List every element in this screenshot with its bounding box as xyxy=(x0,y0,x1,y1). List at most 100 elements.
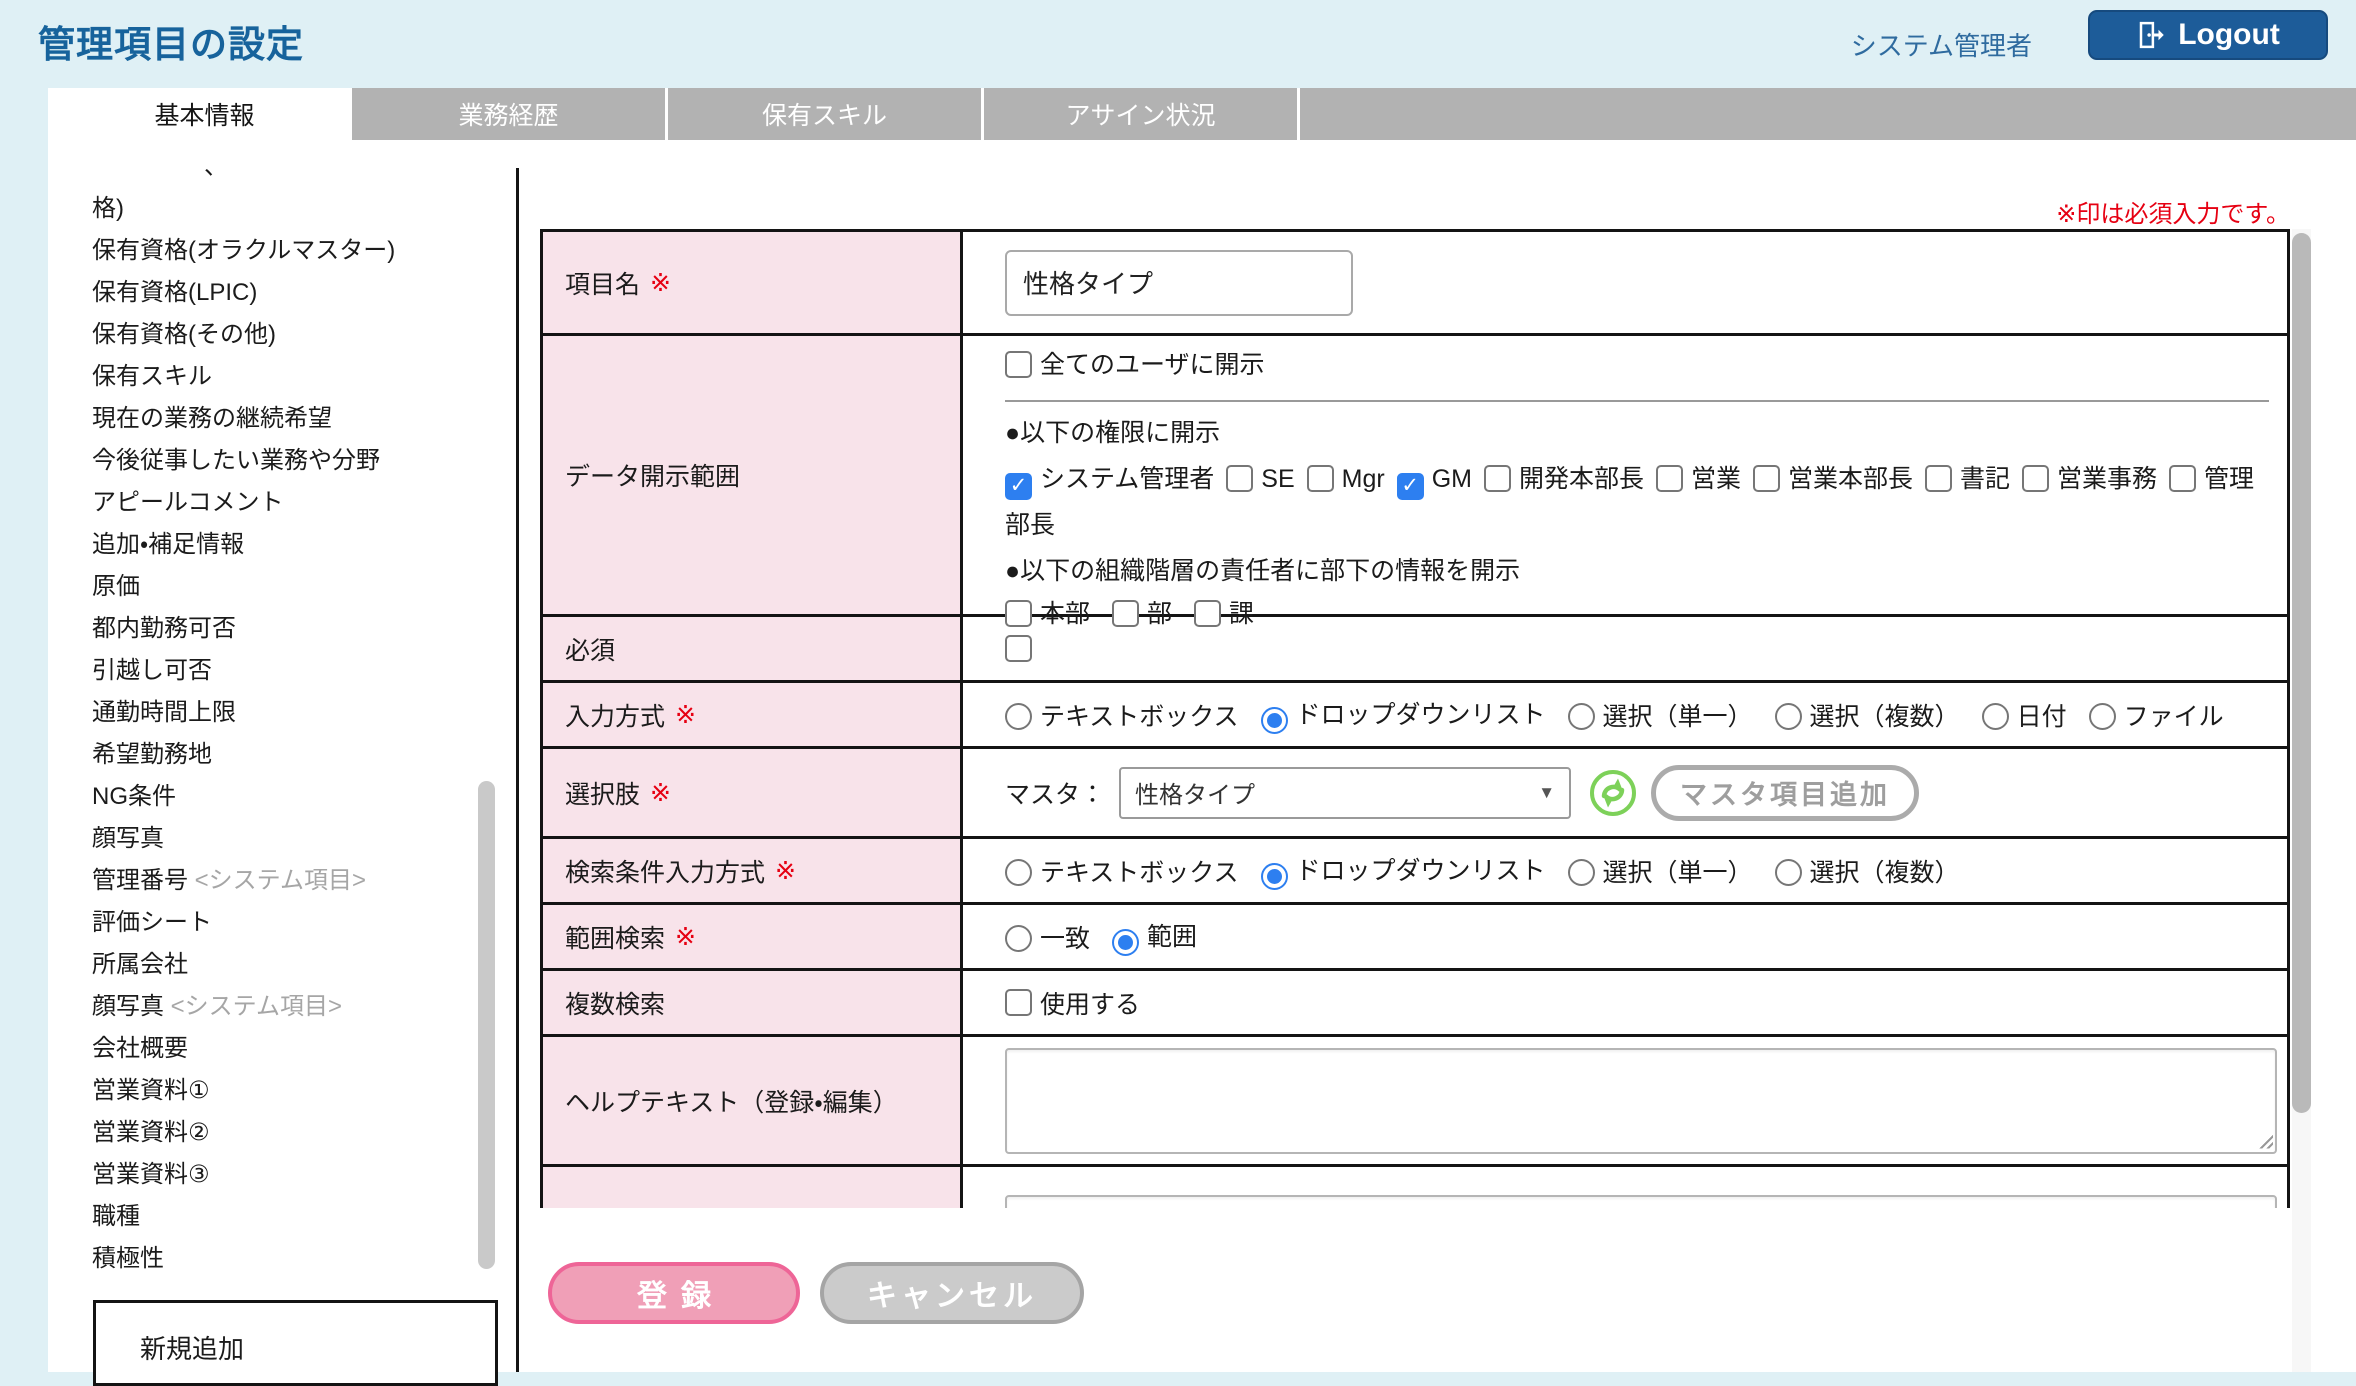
all-users-label: 全てのユーザに開示 xyxy=(1040,351,1265,379)
submit-button[interactable]: 登録 xyxy=(548,1262,800,1324)
row-multi-search-label: 複数検索 xyxy=(543,971,963,1034)
sidebar-item[interactable]: 管理番号 <システム項目> xyxy=(92,860,478,902)
add-new-item-label: 新規追加 xyxy=(140,1334,245,1364)
required-checkbox[interactable] xyxy=(1005,635,1032,662)
sidebar-item[interactable]: 通勤時間上限 xyxy=(92,692,478,734)
logout-button[interactable]: Logout xyxy=(2088,10,2328,60)
radio-ドロップダウンリスト[interactable] xyxy=(1260,863,1288,890)
sidebar-item-label: 都内勤務可否 xyxy=(92,615,236,642)
row-help-text-label: ヘルプテキスト（登録・編集） xyxy=(543,1037,963,1164)
checkbox-管理部長[interactable] xyxy=(2169,465,2197,492)
sidebar-item-label: 通勤時間上限 xyxy=(92,699,236,726)
tab-業務経歴[interactable]: 業務経歴 xyxy=(352,88,665,140)
radio-label: ドロップダウンリスト xyxy=(1295,701,1546,729)
checkbox-システム管理者[interactable]: ✓ xyxy=(1005,472,1032,500)
master-select[interactable]: 性格タイプ ▼ xyxy=(1119,766,1572,819)
sidebar-item[interactable]: 評価シート xyxy=(92,902,478,944)
sidebar-item[interactable]: 追加・補足情報 xyxy=(92,524,478,566)
radio-範囲[interactable] xyxy=(1112,929,1140,956)
sidebar-item[interactable]: アピールコメント xyxy=(92,482,478,524)
sidebar-item[interactable]: 所属会社 xyxy=(92,944,478,986)
sidebar-list: 、格) 保有資格(オラクルマスター) 保有資格(LPIC) 保有資格(その他) 保有スキ… xyxy=(92,146,478,1280)
checkbox-営業事務[interactable] xyxy=(2022,465,2050,492)
radio-選択（複数）[interactable] xyxy=(1774,702,1802,730)
sidebar-item[interactable]: 今後従事したい業務や分野 xyxy=(92,440,478,482)
sidebar-item[interactable]: 顔写真 xyxy=(92,818,478,860)
sidebar-item[interactable]: 保有資格(LPIC) xyxy=(92,272,478,314)
sidebar-scrollbar-thumb[interactable] xyxy=(478,781,495,1269)
sidebar-item[interactable]: 都内勤務可否 xyxy=(92,608,478,650)
radio-label: 選択（複数） xyxy=(1809,858,1960,887)
sidebar-item-label: 今後従事したい業務や分野 xyxy=(92,447,380,474)
radio-label: 選択（単一） xyxy=(1602,858,1753,887)
form-scrollbar-thumb[interactable] xyxy=(2292,233,2311,1113)
checkbox-option: SE xyxy=(1226,465,1295,493)
sidebar-item-label: 引越し可否 xyxy=(92,657,212,684)
sidebar-item[interactable]: 希望勤務地 xyxy=(92,734,478,776)
checkbox-option: ✓ GM xyxy=(1396,465,1472,500)
item-name-input[interactable] xyxy=(1005,249,1353,316)
all-users-checkbox[interactable] xyxy=(1005,351,1032,378)
radio-option: 選択（複数） xyxy=(1774,697,1960,733)
sidebar-item[interactable]: 引越し可否 xyxy=(92,650,478,692)
checkbox-Mgr[interactable] xyxy=(1306,465,1334,492)
multi-search-checkbox[interactable] xyxy=(1005,989,1032,1016)
add-new-item-button[interactable]: 新規追加 xyxy=(93,1300,498,1386)
radio-選択（単一）[interactable] xyxy=(1567,858,1595,886)
sidebar-item-label: 営業資料③ xyxy=(92,1161,210,1188)
radio-option: 一致 xyxy=(1005,919,1090,955)
radio-option: テキストボックス xyxy=(1005,853,1239,889)
checkbox-書記[interactable] xyxy=(1925,465,1953,492)
refresh-icon xyxy=(1590,769,1637,816)
range-search-radio-group: 一致 範囲 xyxy=(963,905,2287,968)
checkbox-label: 営業本部長 xyxy=(1788,465,1914,493)
row-data-scope-label: データ開示範囲 xyxy=(543,336,963,614)
sidebar-item-label: 管理番号 xyxy=(92,867,188,894)
radio-option: 選択（単一） xyxy=(1567,697,1753,733)
sidebar-main-divider xyxy=(516,168,519,1372)
checkbox-label: SE xyxy=(1261,465,1295,493)
checkbox-営業本部長[interactable] xyxy=(1753,465,1780,492)
row-choices: 選択肢 ※ マスタ： 性格タイプ ▼ マスタ項目追加 xyxy=(543,749,2287,839)
help-text-textarea[interactable] xyxy=(1005,1047,2277,1154)
radio-選択（単一）[interactable] xyxy=(1567,702,1595,730)
sidebar-item[interactable]: 現在の業務の継続希望 xyxy=(92,398,478,440)
sidebar-item[interactable]: 保有資格(その他) xyxy=(92,314,478,356)
sidebar-item-label: 顔写真 xyxy=(92,825,164,852)
radio-一致[interactable] xyxy=(1005,924,1032,952)
radio-テキストボックス[interactable] xyxy=(1005,858,1032,886)
next-partial-textarea[interactable] xyxy=(1005,1195,2277,1208)
sidebar-item[interactable]: 営業資料① xyxy=(92,1070,478,1112)
checkbox-GM[interactable]: ✓ xyxy=(1396,472,1424,500)
add-master-item-button[interactable]: マスタ項目追加 xyxy=(1651,764,1920,821)
sidebar-item[interactable]: 営業資料② xyxy=(92,1112,478,1154)
tab-保有スキル[interactable]: 保有スキル xyxy=(668,88,981,140)
tab-アサイン状況[interactable]: アサイン状況 xyxy=(984,88,1297,140)
checkbox-開発本部長[interactable] xyxy=(1483,465,1511,492)
radio-日付[interactable] xyxy=(1981,702,2009,730)
row-data-scope: データ開示範囲 全てのユーザに開示 ●以下の権限に開示 ✓ システム管理者 SE Mg… xyxy=(543,336,2287,628)
sidebar-item[interactable]: 顔写真 <システム項目> xyxy=(92,986,478,1028)
chevron-down-icon: ▼ xyxy=(1538,782,1556,802)
sidebar-item[interactable]: 保有スキル xyxy=(92,356,478,398)
tab-基本情報[interactable]: 基本情報 xyxy=(60,88,349,140)
radio-ドロップダウンリスト[interactable] xyxy=(1260,707,1288,734)
refresh-master-button[interactable] xyxy=(1589,769,1637,817)
cancel-button[interactable]: キャンセル xyxy=(820,1262,1084,1324)
sidebar-item[interactable]: 積極性 xyxy=(92,1238,478,1280)
sidebar-item[interactable]: 、 xyxy=(92,146,478,188)
checkbox-営業[interactable] xyxy=(1655,465,1683,492)
radio-テキストボックス[interactable] xyxy=(1005,702,1032,730)
checkbox-SE[interactable] xyxy=(1226,465,1254,492)
search-input-method-radio-group: テキストボックス ドロップダウンリスト 選択（単一） 選択（複数） xyxy=(963,839,2287,902)
sidebar-item[interactable]: 保有資格(オラクルマスター) xyxy=(92,230,478,272)
radio-選択（複数）[interactable] xyxy=(1774,858,1802,886)
sidebar-item[interactable]: 原価 xyxy=(92,566,478,608)
sidebar-item[interactable]: 格) xyxy=(92,188,478,230)
sidebar-item[interactable]: 会社概要 xyxy=(92,1028,478,1070)
sidebar-item[interactable]: 職種 xyxy=(92,1196,478,1238)
radio-ファイル[interactable] xyxy=(2088,702,2116,730)
sidebar-item[interactable]: NG条件 xyxy=(92,776,478,818)
row-help-text: ヘルプテキスト（登録・編集） xyxy=(543,1037,2287,1167)
sidebar-item[interactable]: 営業資料③ xyxy=(92,1154,478,1196)
